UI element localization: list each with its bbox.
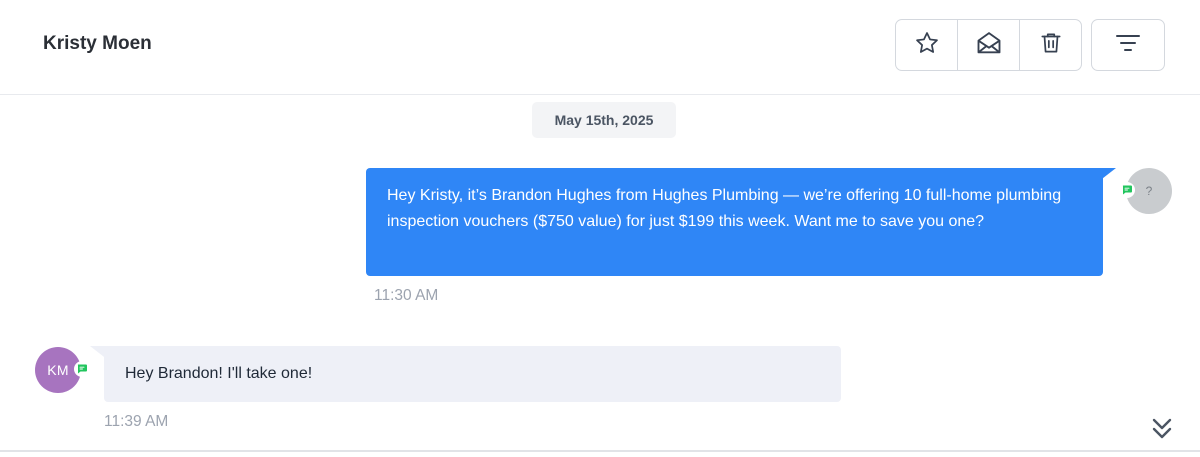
sms-chat-icon [1119,182,1135,198]
star-button[interactable] [896,20,958,70]
incoming-message-text: Hey Brandon! I'll take one! [125,365,313,382]
scroll-to-bottom-button[interactable] [1148,416,1176,446]
mark-read-button[interactable] [958,20,1020,70]
incoming-message-bubble: Hey Brandon! I'll take one! [104,346,841,402]
incoming-message-time: 11:39 AM [104,413,169,430]
star-icon [914,30,940,61]
delete-button[interactable] [1020,20,1081,70]
outgoing-message-bubble: Hey Kristy, it’s Brandon Hughes from Hug… [366,168,1103,276]
filter-lines-icon [1115,32,1141,59]
date-divider: May 15th, 2025 [532,102,676,138]
contact-name: Kristy Moen [43,33,152,54]
filter-button[interactable] [1091,19,1165,71]
conversation-header: Kristy Moen [0,0,1200,95]
outgoing-message-time: 11:30 AM [374,287,439,304]
sms-chat-icon [74,361,90,377]
trash-icon [1038,30,1064,61]
double-chevron-down-icon [1150,416,1174,447]
composer-divider [0,450,1200,452]
envelope-open-icon [975,29,1003,62]
action-button-group [895,19,1082,71]
